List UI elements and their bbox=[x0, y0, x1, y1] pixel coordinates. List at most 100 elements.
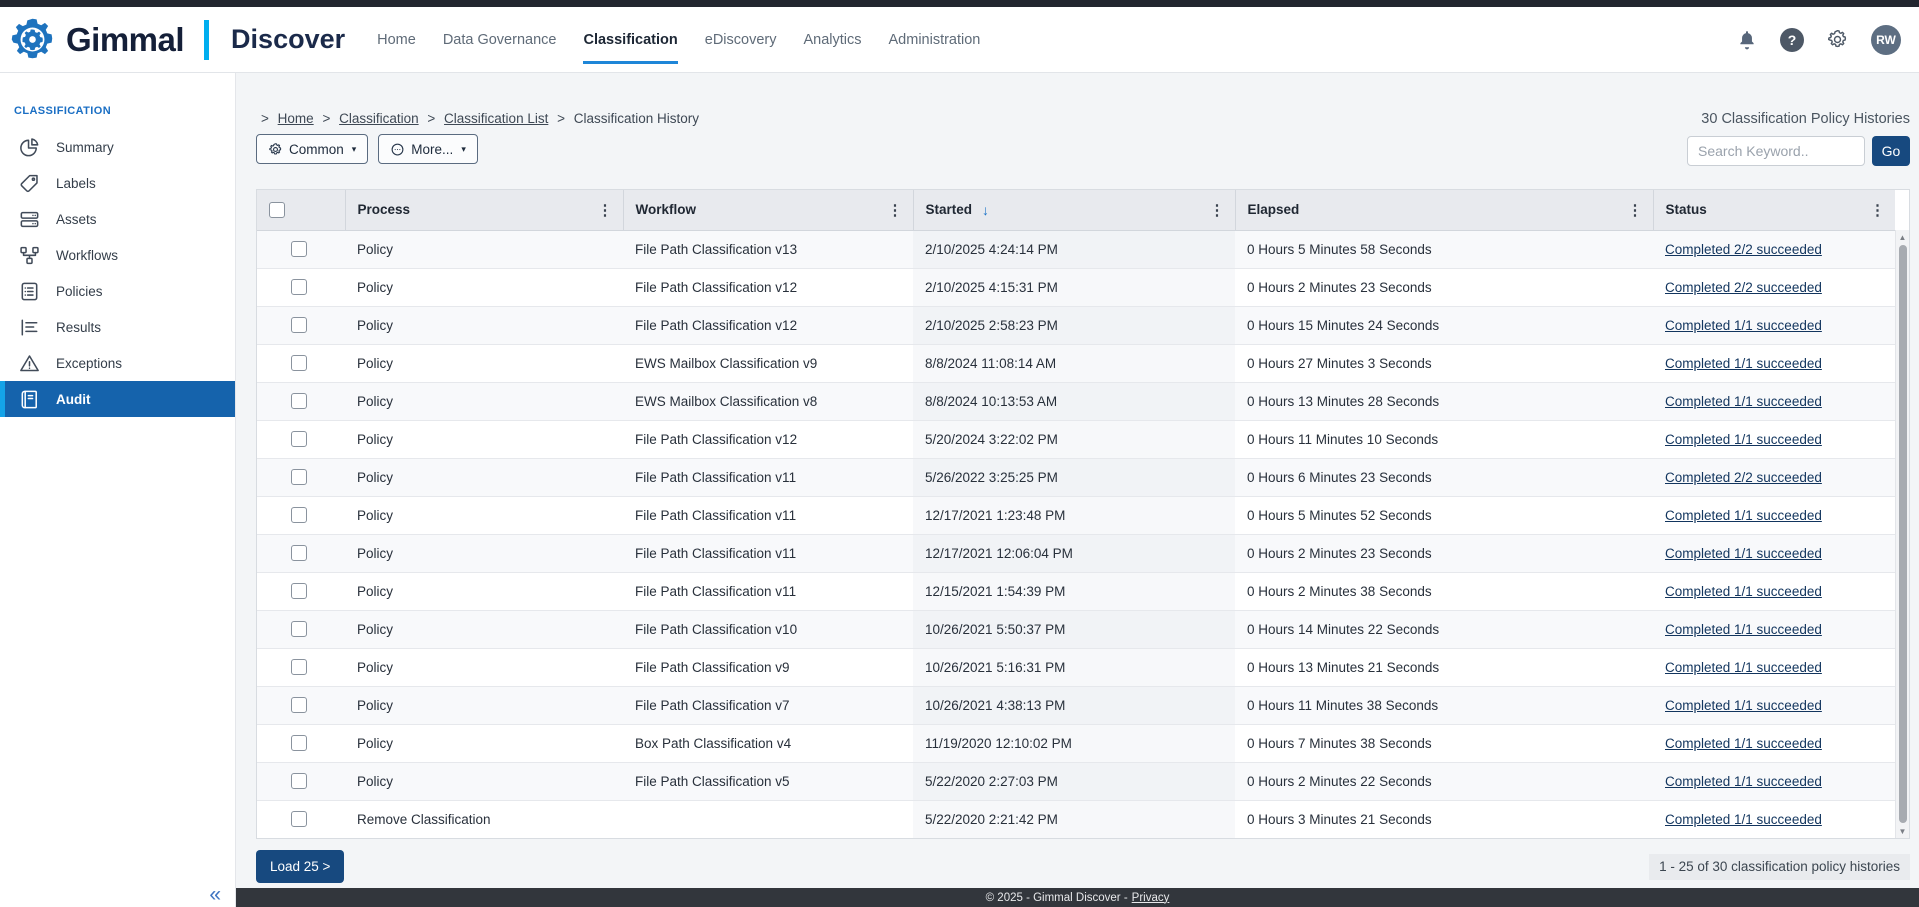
status-link[interactable]: Completed 1/1 succeeded bbox=[1665, 622, 1822, 637]
breadcrumb-separator: > bbox=[322, 111, 330, 126]
privacy-link[interactable]: Privacy bbox=[1132, 892, 1170, 904]
more-menu-button[interactable]: More... ▾ bbox=[378, 134, 478, 164]
status-link[interactable]: Completed 1/1 succeeded bbox=[1665, 356, 1822, 371]
server-icon bbox=[17, 207, 41, 231]
common-menu-button[interactable]: Common ▾ bbox=[256, 134, 368, 164]
status-link[interactable]: Completed 1/1 succeeded bbox=[1665, 698, 1822, 713]
row-checkbox[interactable] bbox=[291, 735, 307, 751]
load-more-button[interactable]: Load 25 > bbox=[256, 850, 344, 883]
sidebar-item-results[interactable]: Results bbox=[0, 309, 235, 345]
status-link[interactable]: Completed 1/1 succeeded bbox=[1665, 546, 1822, 561]
sidebar-item-label: Results bbox=[56, 320, 101, 335]
sidebar-item-label: Labels bbox=[56, 176, 96, 191]
column-menu-icon[interactable]: ⋮ bbox=[1626, 201, 1645, 219]
status-link[interactable]: Completed 1/1 succeeded bbox=[1665, 812, 1822, 827]
process-cell: Policy bbox=[345, 268, 623, 306]
elapsed-cell: 0 Hours 13 Minutes 28 Seconds bbox=[1235, 382, 1653, 420]
column-header-started: Started ↓ ⋮ bbox=[913, 190, 1235, 230]
nav-classification[interactable]: Classification bbox=[583, 7, 677, 72]
status-link[interactable]: Completed 1/1 succeeded bbox=[1665, 774, 1822, 789]
settings-button[interactable] bbox=[1826, 28, 1849, 51]
select-all-checkbox[interactable] bbox=[269, 202, 285, 218]
status-link[interactable]: Completed 1/1 succeeded bbox=[1665, 584, 1822, 599]
search-input[interactable] bbox=[1687, 136, 1865, 166]
sidebar-item-labels[interactable]: Labels bbox=[0, 165, 235, 201]
sidebar-item-assets[interactable]: Assets bbox=[0, 201, 235, 237]
status-link[interactable]: Completed 2/2 succeeded bbox=[1665, 280, 1822, 295]
elapsed-cell: 0 Hours 2 Minutes 22 Seconds bbox=[1235, 762, 1653, 800]
workflow-cell: File Path Classification v5 bbox=[623, 762, 913, 800]
row-checkbox[interactable] bbox=[291, 317, 307, 333]
row-checkbox[interactable] bbox=[291, 431, 307, 447]
workflow-cell: File Path Classification v11 bbox=[623, 458, 913, 496]
breadcrumb-separator: > bbox=[427, 111, 435, 126]
nav-data-governance[interactable]: Data Governance bbox=[443, 7, 557, 72]
row-checkbox[interactable] bbox=[291, 697, 307, 713]
row-checkbox[interactable] bbox=[291, 545, 307, 561]
row-checkbox[interactable] bbox=[291, 621, 307, 637]
process-cell: Policy bbox=[345, 344, 623, 382]
help-button[interactable]: ? bbox=[1780, 28, 1804, 52]
elapsed-cell: 0 Hours 15 Minutes 24 Seconds bbox=[1235, 306, 1653, 344]
row-checkbox[interactable] bbox=[291, 583, 307, 599]
row-checkbox[interactable] bbox=[291, 811, 307, 827]
column-menu-icon[interactable]: ⋮ bbox=[1868, 201, 1887, 219]
started-cell: 10/26/2021 5:16:31 PM bbox=[913, 648, 1235, 686]
vertical-scrollbar[interactable]: ▲ ▼ bbox=[1895, 230, 1909, 838]
process-cell: Policy bbox=[345, 230, 623, 268]
sort-descending-icon[interactable]: ↓ bbox=[982, 202, 989, 218]
started-cell: 10/26/2021 4:38:13 PM bbox=[913, 686, 1235, 724]
status-link[interactable]: Completed 2/2 succeeded bbox=[1665, 242, 1822, 257]
sidebar-item-policies[interactable]: Policies bbox=[0, 273, 235, 309]
nav-analytics[interactable]: Analytics bbox=[803, 7, 861, 72]
common-button-label: Common bbox=[289, 142, 344, 157]
status-link[interactable]: Completed 1/1 succeeded bbox=[1665, 660, 1822, 675]
status-link[interactable]: Completed 2/2 succeeded bbox=[1665, 470, 1822, 485]
bell-icon bbox=[1736, 29, 1758, 51]
scroll-down-icon[interactable]: ▼ bbox=[1899, 824, 1907, 838]
content-area: > Home > Classification > Classification… bbox=[236, 73, 1919, 888]
nav-ediscovery[interactable]: eDiscovery bbox=[705, 7, 777, 72]
avatar-initials: RW bbox=[1871, 25, 1901, 55]
status-link[interactable]: Completed 1/1 succeeded bbox=[1665, 394, 1822, 409]
row-checkbox[interactable] bbox=[291, 279, 307, 295]
row-checkbox[interactable] bbox=[291, 355, 307, 371]
status-link[interactable]: Completed 1/1 succeeded bbox=[1665, 736, 1822, 751]
row-checkbox[interactable] bbox=[291, 393, 307, 409]
column-menu-icon[interactable]: ⋮ bbox=[1208, 201, 1227, 219]
sidebar-item-workflows[interactable]: Workflows bbox=[0, 237, 235, 273]
brand-logo[interactable]: Gimmal Discover bbox=[8, 16, 345, 64]
sidebar-item-exceptions[interactable]: Exceptions bbox=[0, 345, 235, 381]
row-checkbox[interactable] bbox=[291, 773, 307, 789]
status-link[interactable]: Completed 1/1 succeeded bbox=[1665, 508, 1822, 523]
row-checkbox[interactable] bbox=[291, 659, 307, 675]
scroll-up-icon[interactable]: ▲ bbox=[1899, 230, 1907, 244]
column-menu-icon[interactable]: ⋮ bbox=[886, 201, 905, 219]
row-checkbox[interactable] bbox=[291, 507, 307, 523]
row-checkbox[interactable] bbox=[291, 469, 307, 485]
status-link[interactable]: Completed 1/1 succeeded bbox=[1665, 432, 1822, 447]
chevron-down-icon: ▾ bbox=[352, 144, 357, 155]
warning-triangle-icon bbox=[17, 351, 41, 375]
scrollbar-thumb[interactable] bbox=[1899, 245, 1907, 823]
nav-administration[interactable]: Administration bbox=[889, 7, 981, 72]
started-cell: 5/20/2024 3:22:02 PM bbox=[913, 420, 1235, 458]
row-checkbox[interactable] bbox=[291, 241, 307, 257]
sidebar-item-audit[interactable]: Audit bbox=[0, 381, 235, 417]
breadcrumb-classification[interactable]: Classification bbox=[339, 111, 419, 126]
go-button[interactable]: Go bbox=[1872, 136, 1910, 166]
audit-book-icon bbox=[17, 387, 41, 411]
breadcrumb-classification-list[interactable]: Classification List bbox=[444, 111, 548, 126]
sidebar-section-label: CLASSIFICATION bbox=[0, 73, 235, 129]
breadcrumb-home[interactable]: Home bbox=[278, 111, 314, 126]
status-link[interactable]: Completed 1/1 succeeded bbox=[1665, 318, 1822, 333]
sidebar-item-summary[interactable]: Summary bbox=[0, 129, 235, 165]
column-menu-icon[interactable]: ⋮ bbox=[596, 201, 615, 219]
sidebar-collapse-button[interactable]: « bbox=[209, 884, 221, 905]
started-cell: 8/8/2024 10:13:53 AM bbox=[913, 382, 1235, 420]
nav-home[interactable]: Home bbox=[377, 7, 416, 72]
user-avatar[interactable]: RW bbox=[1871, 25, 1901, 55]
elapsed-cell: 0 Hours 27 Minutes 3 Seconds bbox=[1235, 344, 1653, 382]
notifications-button[interactable] bbox=[1736, 29, 1758, 51]
elapsed-cell: 0 Hours 11 Minutes 38 Seconds bbox=[1235, 686, 1653, 724]
